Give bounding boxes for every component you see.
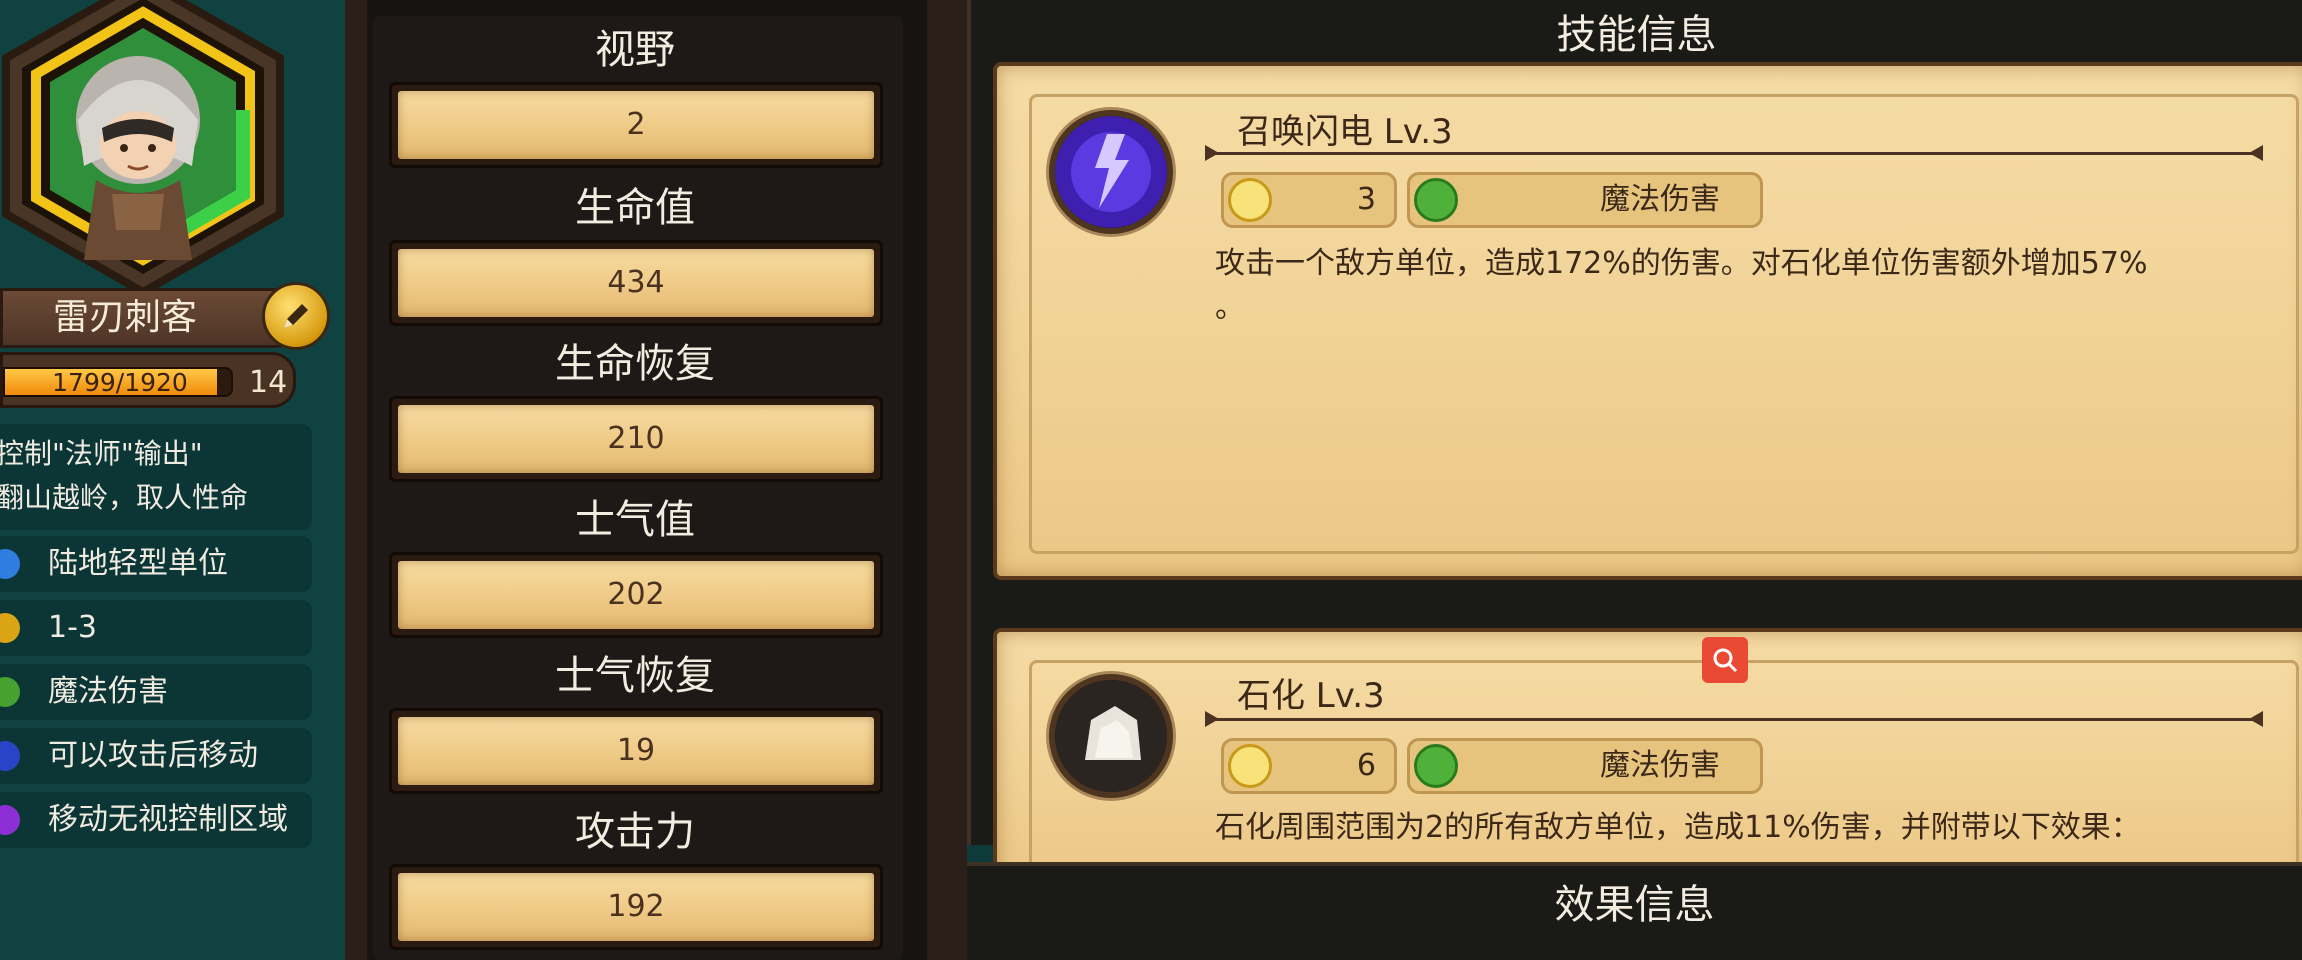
- stat-label-morale-regen: 士气恢复: [555, 653, 715, 699]
- clock-icon: [1228, 178, 1272, 222]
- edit-name-button[interactable]: [262, 282, 330, 350]
- stat-value: 210: [398, 405, 874, 473]
- skill-divider: [1205, 145, 2263, 161]
- trait-move-after-attack: 可以攻击后移动: [0, 728, 312, 784]
- stat-label-hp-regen: 生命恢复: [555, 341, 715, 387]
- skill-name: 石化 Lv.3: [1237, 676, 1385, 716]
- trait-range: 1-3: [0, 600, 312, 656]
- panel-divider: [927, 0, 967, 960]
- stat-vision: 2: [389, 82, 883, 168]
- stone-icon-art: [1055, 680, 1167, 792]
- skill-desc-line: 石化周围范围为2的所有敌方单位，造成11%伤害，并附带以下效果：: [1215, 810, 2141, 845]
- cooldown-pill: 6: [1221, 738, 1397, 794]
- hero-panel: 雷刃刺客 1799/1920 14 控制"法师"输出" 翻山越岭，取人性命 陆地…: [0, 0, 345, 960]
- search-button[interactable]: [1702, 637, 1748, 683]
- skill-desc-line: 。: [1215, 290, 1245, 325]
- trait-ignore-zone: 移动无视控制区域: [0, 792, 312, 848]
- search-icon: [1713, 648, 1738, 673]
- move-after-attack-icon: [0, 741, 20, 771]
- xp-text: 1799/1920: [52, 368, 188, 397]
- stat-value: 2: [398, 91, 874, 159]
- lightning-skill-icon[interactable]: [1049, 110, 1173, 234]
- stat-label-morale: 士气值: [575, 497, 695, 543]
- cooldown-pill: 3: [1221, 172, 1397, 228]
- skill-divider: [1205, 711, 2263, 727]
- skill-description: 攻击一个敌方单位，造成172%的伤害。对石化单位伤害额外增加57% 。: [1215, 242, 2147, 330]
- range-icon: [0, 613, 20, 643]
- sword-icon: [1414, 178, 1458, 222]
- panel-divider: [345, 0, 367, 960]
- stat-morale-regen: 19: [389, 708, 883, 794]
- hero-description: 控制"法师"输出" 翻山越岭，取人性命: [0, 424, 312, 530]
- damage-type-value: 魔法伤害: [1600, 748, 1720, 783]
- trait-unit-type: 陆地轻型单位: [0, 536, 312, 592]
- hero-name: 雷刃刺客: [52, 297, 197, 338]
- stat-attack: 192: [389, 864, 883, 950]
- trait-label: 1-3: [48, 610, 97, 645]
- cooldown-value: 6: [1356, 748, 1376, 783]
- stat-label-vision: 视野: [595, 27, 675, 73]
- hero-name-plate: 雷刃刺客: [0, 288, 290, 348]
- sword-icon: [0, 677, 20, 707]
- trait-label: 魔法伤害: [48, 674, 168, 709]
- skill-info-panel[interactable]: 技能信息 召唤闪电 Lv.3 3 魔法伤害 攻击一个敌方单位，造成172%的伤害…: [967, 0, 2302, 924]
- skill-desc-line: 攻击一个敌方单位，造成172%的伤害。对石化单位伤害额外增加57%: [1215, 246, 2148, 281]
- stat-value: 202: [398, 561, 874, 629]
- damage-type-value: 魔法伤害: [1600, 182, 1720, 217]
- hero-portrait[interactable]: [0, 0, 300, 300]
- trait-label: 陆地轻型单位: [48, 546, 228, 581]
- effect-info-panel[interactable]: 效果信息: [967, 862, 2302, 960]
- trait-label: 可以攻击后移动: [48, 738, 258, 773]
- stats-panel: 视野 2 生命值 434 生命恢复 210 士气值 202 士气恢复 19 攻击…: [367, 0, 927, 960]
- stat-value: 192: [398, 873, 874, 941]
- xp-bar-container: 1799/1920 14: [0, 352, 296, 408]
- stat-hp-regen: 210: [389, 396, 883, 482]
- skills-title: 技能信息: [1556, 12, 1717, 58]
- ignore-zone-icon: [0, 805, 20, 835]
- skill-name: 召唤闪电 Lv.3: [1237, 112, 1453, 152]
- damage-type-pill: 魔法伤害: [1407, 738, 1763, 794]
- petrify-skill-icon[interactable]: [1049, 674, 1173, 798]
- stat-morale: 202: [389, 552, 883, 638]
- stat-value: 434: [398, 249, 874, 317]
- sword-icon: [1414, 744, 1458, 788]
- effects-title: 效果信息: [1554, 882, 1715, 928]
- hero-desc-line: 翻山越岭，取人性命: [0, 481, 249, 514]
- trait-damage-type: 魔法伤害: [0, 664, 312, 720]
- stat-label-attack: 攻击力: [575, 809, 695, 855]
- cooldown-value: 3: [1356, 182, 1376, 217]
- hero-desc-line: 控制"法师"输出": [0, 437, 203, 470]
- stat-label-hp: 生命值: [575, 185, 695, 231]
- skill-description: 石化周围范围为2的所有敌方单位，造成11%伤害，并附带以下效果：: [1215, 806, 2141, 850]
- damage-type-pill: 魔法伤害: [1407, 172, 1763, 228]
- lightning-icon-art: [1055, 116, 1167, 228]
- pencil-icon: [284, 304, 308, 328]
- hero-level: 14: [249, 365, 288, 400]
- trait-label: 移动无视控制区域: [48, 802, 288, 837]
- clock-icon: [1228, 744, 1272, 788]
- stat-value: 19: [398, 717, 874, 785]
- xp-bar: 1799/1920: [3, 367, 233, 397]
- unit-type-icon: [0, 549, 20, 579]
- skill-card-lightning: 召唤闪电 Lv.3 3 魔法伤害 攻击一个敌方单位，造成172%的伤害。对石化单…: [993, 62, 2302, 580]
- stat-hp: 434: [389, 240, 883, 326]
- skill-card-petrify: 石化 Lv.3 6 魔法伤害 石化周围范围为2的所有敌方单位，造成11%伤害，并…: [993, 628, 2302, 924]
